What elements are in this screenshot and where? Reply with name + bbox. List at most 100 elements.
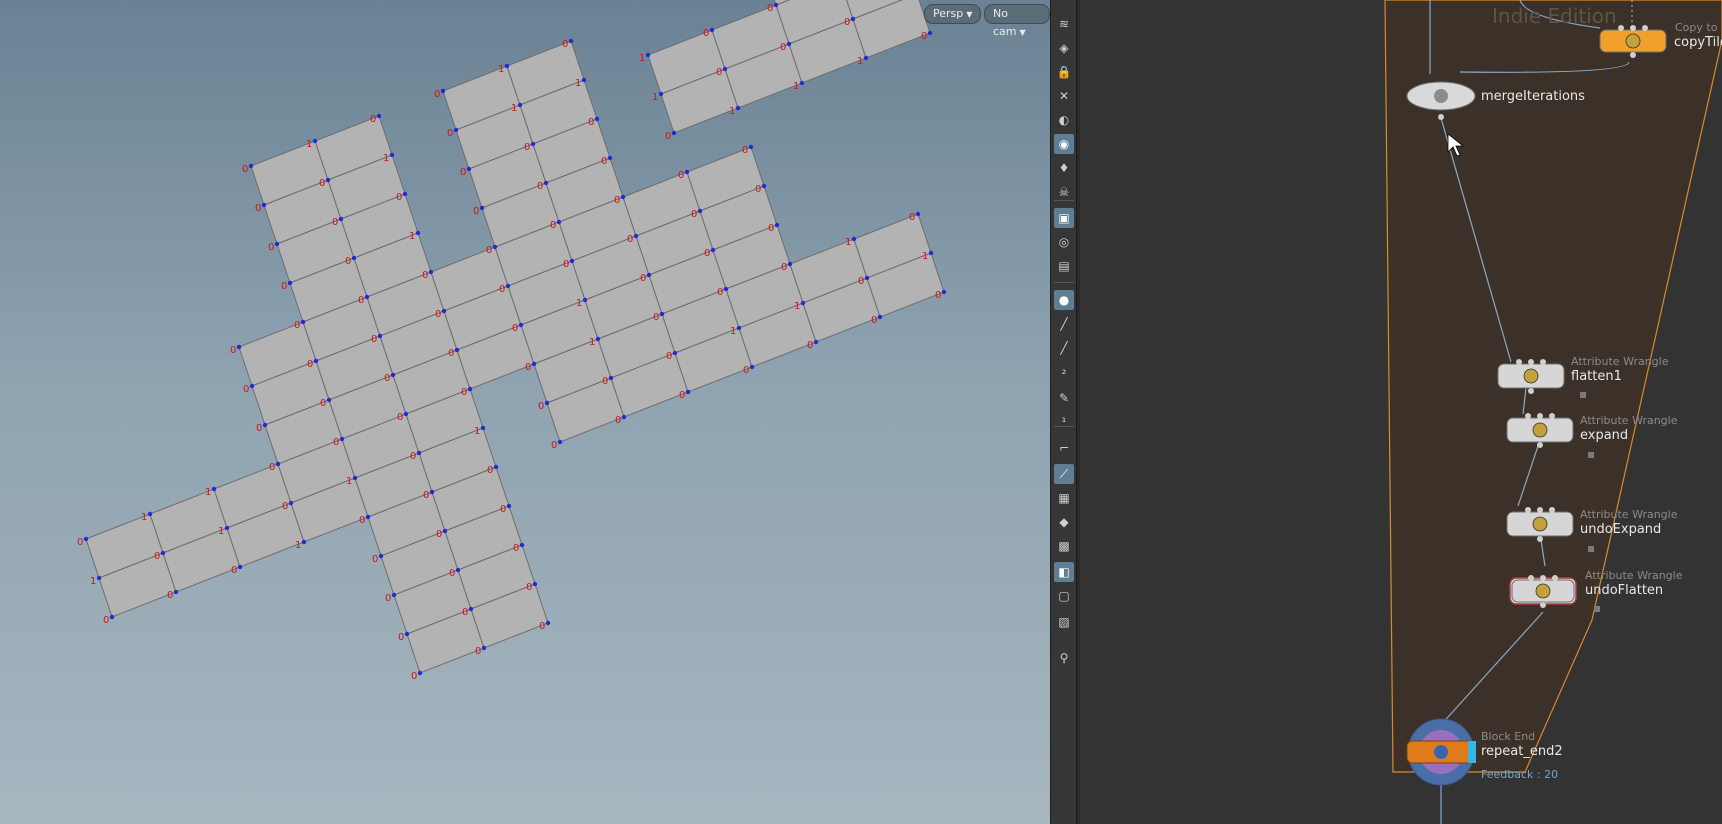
point-attribute-label: 0: [396, 192, 402, 203]
node-output-port[interactable]: [1630, 52, 1636, 58]
point-attribute-label: 0: [423, 490, 429, 501]
grid-point: [492, 244, 498, 250]
point-attribute-label: 0: [487, 465, 493, 476]
point-attribute-label: 0: [871, 315, 877, 326]
node-label-flatten1[interactable]: flatten1: [1571, 369, 1622, 384]
node-input-port[interactable]: [1540, 575, 1546, 581]
point-attribute-label: 0: [422, 270, 428, 281]
point-attribute-label: 0: [781, 262, 787, 273]
frame-icon[interactable]: ▢: [1054, 586, 1074, 606]
node-input-port[interactable]: [1525, 413, 1531, 419]
point-attribute-label: 0: [475, 646, 481, 657]
point-attribute-label: 1: [845, 237, 851, 248]
grid-point: [403, 411, 409, 417]
node-input-port[interactable]: [1528, 575, 1534, 581]
texture-icon[interactable]: ▦: [1054, 488, 1074, 508]
grid-geometry[interactable]: 0 1 0 1 0 0 1 1 0 0 0 1 0 1 0 0 0 0 0 1 0 0 0 0 0 0 0 0 0 0 0 0 0 0 0 0 0 0 0 0…: [0, 0, 1050, 824]
lock-icon[interactable]: 🔒: [1054, 62, 1074, 82]
grid-point: [608, 375, 614, 381]
ghost-icon[interactable]: ◈: [1054, 38, 1074, 58]
node-input-port[interactable]: [1549, 507, 1555, 513]
node-output-port[interactable]: [1540, 602, 1546, 608]
node-label-undoflatten[interactable]: undoFlatten: [1585, 583, 1663, 598]
grid-point: [237, 564, 243, 570]
shading-icon[interactable]: ◐: [1054, 110, 1074, 130]
node-input-port[interactable]: [1537, 413, 1543, 419]
point-attribute-label: 0: [333, 437, 339, 448]
point-display-icon[interactable]: ●: [1054, 290, 1074, 310]
node-label-mergeiterations[interactable]: mergeIterations: [1481, 89, 1585, 104]
node-output-port[interactable]: [1528, 388, 1534, 394]
grid-point: [313, 358, 319, 364]
normal-icon[interactable]: ⟋: [1054, 464, 1074, 484]
grid-point: [941, 289, 947, 295]
display-flag[interactable]: [1468, 741, 1476, 763]
geo-icon[interactable]: ▩: [1054, 536, 1074, 556]
grid-point: [697, 208, 703, 214]
grid-point: [365, 514, 371, 520]
node-input-port[interactable]: [1540, 359, 1546, 365]
render-icon[interactable]: ▤: [1054, 256, 1074, 276]
skull-icon[interactable]: ☠: [1054, 182, 1074, 202]
node-output-port[interactable]: [1537, 536, 1543, 542]
node-label-copytile[interactable]: copyTile: [1674, 35, 1722, 50]
node-type-copytile: Copy to P: [1675, 21, 1722, 34]
grid-point: [519, 542, 525, 548]
grid-point: [455, 567, 461, 573]
node-input-port[interactable]: [1549, 413, 1555, 419]
display-options-icon[interactable]: ≋: [1054, 14, 1074, 34]
snap-icon[interactable]: ✕: [1054, 86, 1074, 106]
point-attribute-label: 0: [242, 164, 248, 175]
point-attribute-label: 0: [768, 223, 774, 234]
node-output-port[interactable]: [1438, 114, 1444, 120]
grid-point: [684, 169, 690, 175]
point-attribute-label: 0: [447, 128, 453, 139]
point-attribute-label: 0: [345, 256, 351, 267]
point-attribute-label: 0: [461, 387, 467, 398]
uv-icon[interactable]: ◆: [1054, 512, 1074, 532]
point-attribute-label: 0: [282, 501, 288, 512]
brush-icon[interactable]: ╱: [1054, 314, 1074, 334]
corner-icon[interactable]: ⌐: [1054, 438, 1074, 458]
pin-icon[interactable]: ⚲: [1054, 648, 1074, 668]
grid-point: [531, 361, 537, 367]
eye-icon[interactable]: ◎: [1054, 232, 1074, 252]
node-label-expand[interactable]: expand: [1580, 428, 1628, 443]
background-icon[interactable]: ▨: [1054, 612, 1074, 632]
node-input-port[interactable]: [1525, 507, 1531, 513]
grid-point: [377, 333, 383, 339]
grid-point: [863, 55, 869, 61]
grid-point: [429, 489, 435, 495]
camera-menu-button[interactable]: No cam ▼: [984, 4, 1050, 38]
node-input-port[interactable]: [1630, 25, 1636, 31]
node-input-port[interactable]: [1537, 507, 1543, 513]
primitive-number-icon[interactable]: ¹: [1054, 412, 1074, 432]
network-editor[interactable]: Indie Edition Copy to P copyTile mergeIt…: [1080, 0, 1722, 824]
grid-point: [147, 511, 153, 517]
node-input-port[interactable]: [1642, 25, 1648, 31]
node-output-port[interactable]: [1537, 442, 1543, 448]
scene-viewport[interactable]: 0 1 0 1 0 0 1 1 0 0 0 1 0 1 0 0 0 0 0 1 0 0 0 0 0 0 0 0 0 0 0 0 0 0 0 0 0 0 0 0…: [0, 0, 1050, 824]
lock-icon: [1594, 606, 1600, 612]
point-attribute-label: 0: [435, 309, 441, 320]
wire-icon[interactable]: ◧: [1054, 562, 1074, 582]
grid-point: [109, 614, 115, 620]
lightbulb-icon[interactable]: ♦: [1054, 158, 1074, 178]
projection-menu-button[interactable]: Persp ▼: [924, 4, 982, 24]
node-input-port[interactable]: [1552, 575, 1558, 581]
point-attribute-label: 0: [537, 181, 543, 192]
grid-point: [351, 255, 357, 261]
node-label-repeat-end2[interactable]: repeat_end2: [1481, 744, 1563, 759]
grid-point: [479, 205, 485, 211]
light-icon[interactable]: ◉: [1054, 134, 1074, 154]
grid-point: [582, 297, 588, 303]
node-input-port[interactable]: [1516, 359, 1522, 365]
node-input-port[interactable]: [1618, 25, 1624, 31]
camera-icon[interactable]: ▣: [1054, 208, 1074, 228]
node-input-port[interactable]: [1528, 359, 1534, 365]
dropper-icon[interactable]: ╱: [1054, 338, 1074, 358]
point-number-icon[interactable]: ²: [1054, 364, 1074, 384]
node-label-undoexpand[interactable]: undoExpand: [1580, 522, 1661, 537]
paint-icon[interactable]: ✎: [1054, 388, 1074, 408]
point-attribute-label: 0: [780, 42, 786, 53]
